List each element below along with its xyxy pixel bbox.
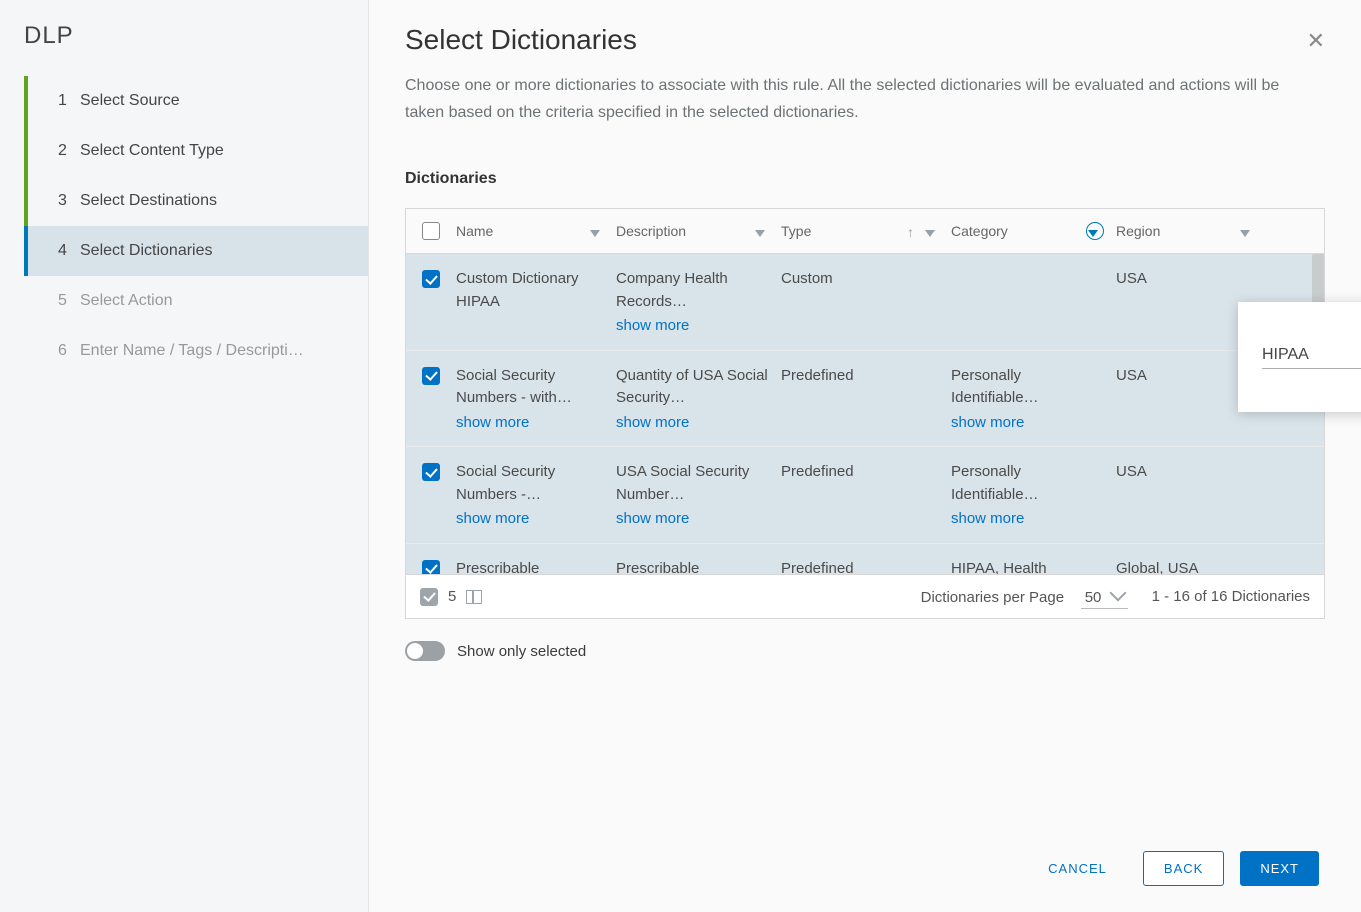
cell-description: Prescribable — [616, 558, 781, 575]
col-header-description[interactable]: Description — [616, 223, 781, 239]
wizard-step-1[interactable]: 1Select Source — [24, 76, 368, 126]
table-row[interactable]: Custom Dictionary HIPAACompany Health Re… — [406, 254, 1324, 351]
cell-description: Company Health Records…show more — [616, 268, 781, 338]
cell-name: Prescribable — [456, 558, 616, 575]
step-number: 4 — [58, 242, 80, 260]
show-only-selected-toggle[interactable] — [405, 641, 445, 661]
step-number: 5 — [58, 292, 80, 310]
row-checkbox[interactable] — [422, 560, 440, 575]
table-row[interactable]: PrescribablePrescribablePredefinedHIPAA,… — [406, 544, 1324, 575]
close-icon[interactable]: ✕ — [1307, 28, 1325, 54]
row-checkbox[interactable] — [422, 463, 440, 481]
wizard-step-4[interactable]: 4Select Dictionaries — [24, 226, 368, 276]
app-title: DLP — [0, 22, 368, 76]
next-button[interactable]: NEXT — [1240, 851, 1319, 886]
cell-category: HIPAA, Health — [951, 558, 1116, 575]
category-filter-popup: ✕ — [1238, 302, 1361, 412]
step-label: Enter Name / Tags / Descripti… — [80, 342, 350, 360]
page-title: Select Dictionaries — [405, 24, 1325, 56]
step-number: 6 — [58, 342, 80, 360]
category-filter-input[interactable] — [1262, 342, 1361, 369]
show-only-selected-row: Show only selected — [405, 641, 1325, 661]
cell-category: Personally Identifiable…show more — [951, 461, 1116, 531]
page-description: Choose one or more dictionaries to assoc… — [405, 72, 1305, 126]
step-number: 2 — [58, 142, 80, 160]
step-number: 3 — [58, 192, 80, 210]
main-panel: ✕ Select Dictionaries Choose one or more… — [369, 0, 1361, 912]
col-header-type-label: Type — [781, 223, 811, 239]
filter-icon[interactable] — [1240, 224, 1254, 238]
dictionaries-table: Name Description Type ↑ Category — [405, 208, 1325, 619]
show-more-link[interactable]: show more — [951, 508, 1106, 531]
cell-type: Predefined — [781, 461, 951, 484]
filter-icon[interactable] — [755, 224, 769, 238]
step-label: Select Dictionaries — [80, 242, 350, 260]
wizard-footer-buttons: CANCEL BACK NEXT — [1028, 851, 1319, 886]
column-picker-icon[interactable] — [466, 590, 482, 604]
table-header-row: Name Description Type ↑ Category — [406, 209, 1324, 254]
col-header-type[interactable]: Type ↑ — [781, 223, 951, 239]
cell-type: Predefined — [781, 558, 951, 575]
wizard-step-2[interactable]: 2Select Content Type — [24, 126, 368, 176]
cell-region: USA — [1116, 268, 1266, 291]
select-all-cell — [406, 222, 456, 240]
back-button[interactable]: BACK — [1143, 851, 1224, 886]
cell-region: USA — [1116, 461, 1266, 484]
show-more-link[interactable]: show more — [616, 315, 771, 338]
select-all-checkbox[interactable] — [422, 222, 440, 240]
section-label: Dictionaries — [405, 170, 1325, 188]
step-number: 1 — [58, 92, 80, 110]
footer-selected-count: 5 — [448, 588, 456, 605]
col-header-name[interactable]: Name — [456, 223, 616, 239]
col-header-name-label: Name — [456, 223, 493, 239]
table-body[interactable]: Custom Dictionary HIPAACompany Health Re… — [406, 254, 1324, 574]
step-label: Select Destinations — [80, 192, 350, 210]
cell-description: USA Social Security Number…show more — [616, 461, 781, 531]
cell-type: Custom — [781, 268, 951, 291]
table-row[interactable]: Social Security Numbers - with…show more… — [406, 351, 1324, 448]
cell-name: Custom Dictionary HIPAA — [456, 268, 616, 313]
show-more-link[interactable]: show more — [616, 508, 771, 531]
col-header-category-label: Category — [951, 223, 1008, 239]
show-more-link[interactable]: show more — [456, 412, 606, 435]
filter-icon[interactable] — [590, 224, 604, 238]
wizard-sidebar: DLP 1Select Source2Select Content Type3S… — [0, 0, 369, 912]
step-label: Select Content Type — [80, 142, 350, 160]
sort-up-icon[interactable]: ↑ — [907, 224, 921, 238]
filter-icon[interactable] — [925, 224, 939, 238]
table-row[interactable]: Social Security Numbers -…show moreUSA S… — [406, 447, 1324, 544]
col-header-category[interactable]: Category — [951, 222, 1116, 240]
step-list: 1Select Source2Select Content Type3Selec… — [0, 76, 368, 376]
cell-type: Predefined — [781, 365, 951, 388]
cancel-button[interactable]: CANCEL — [1028, 851, 1127, 886]
show-more-link[interactable]: show more — [616, 412, 771, 435]
row-checkbox[interactable] — [422, 270, 440, 288]
cell-category: Personally Identifiable…show more — [951, 365, 1116, 435]
cell-name: Social Security Numbers - with…show more — [456, 365, 616, 435]
cell-description: Quantity of USA Social Security…show mor… — [616, 365, 781, 435]
step-label: Select Source — [80, 92, 350, 110]
wizard-step-5: 5Select Action — [24, 276, 368, 326]
step-label: Select Action — [80, 292, 350, 310]
col-header-region[interactable]: Region — [1116, 223, 1266, 239]
wizard-step-6: 6Enter Name / Tags / Descripti… — [24, 326, 368, 376]
wizard-step-3[interactable]: 3Select Destinations — [24, 176, 368, 226]
filter-active-icon[interactable] — [1086, 222, 1104, 240]
cell-region: Global, USA — [1116, 558, 1266, 575]
pagination-range: 1 - 16 of 16 Dictionaries — [1152, 588, 1310, 605]
footer-selected-checkbox[interactable] — [420, 588, 438, 606]
show-more-link[interactable]: show more — [456, 508, 606, 531]
per-page-label: Dictionaries per Page — [921, 589, 1064, 606]
table-footer: 5 Dictionaries per Page 50 1 - 16 of 16 … — [406, 574, 1324, 618]
per-page-select[interactable]: 50 — [1081, 587, 1128, 609]
cell-name: Social Security Numbers -…show more — [456, 461, 616, 531]
per-page-value: 50 — [1085, 589, 1102, 606]
col-header-region-label: Region — [1116, 223, 1160, 239]
show-more-link[interactable]: show more — [951, 412, 1106, 435]
col-header-description-label: Description — [616, 223, 686, 239]
row-checkbox[interactable] — [422, 367, 440, 385]
chevron-down-icon — [1109, 585, 1126, 602]
show-only-selected-label: Show only selected — [457, 643, 586, 660]
